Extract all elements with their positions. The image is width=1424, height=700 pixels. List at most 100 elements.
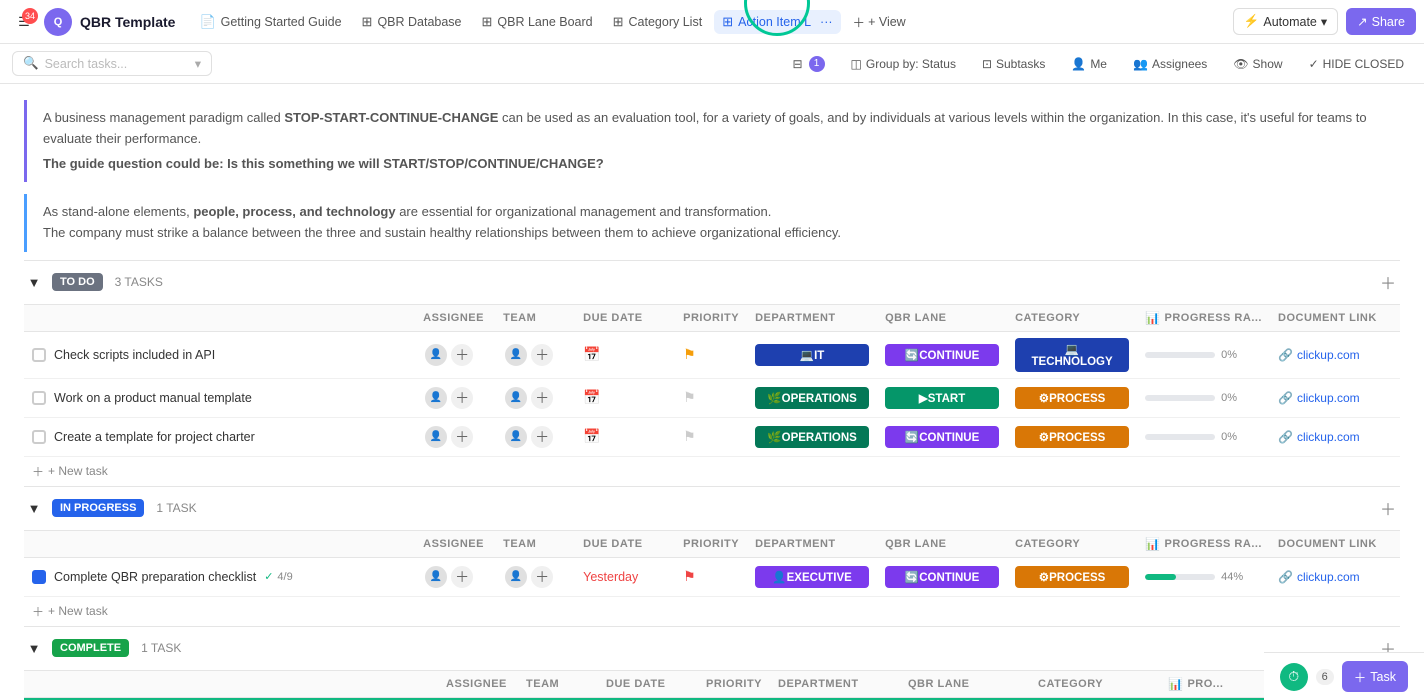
due-date-cell[interactable]: 📅 (575, 331, 675, 378)
team-avatar[interactable]: 👤 (503, 564, 529, 590)
add-assignee-button[interactable]: ＋ (449, 342, 475, 368)
priority-cell[interactable]: ⚑ (675, 331, 747, 378)
new-task-button[interactable]: ＋ Task (1342, 661, 1408, 692)
subtasks-button[interactable]: ⊡ Subtasks (974, 53, 1053, 75)
add-team-button[interactable]: ＋ (529, 424, 555, 450)
add-assignee-button[interactable]: ＋ (449, 385, 475, 411)
flag-icon: ⚑ (683, 389, 696, 405)
task-checkbox[interactable] (32, 430, 46, 444)
table-row[interactable]: Check scripts included in API 👤 ＋ 👤 ＋ (24, 331, 1400, 378)
bottom-bar: ⏱ 6 ＋ Task (1264, 652, 1424, 700)
team-avatar[interactable]: 👤 (503, 385, 529, 411)
task-name-cell: Work on a product manual template (24, 378, 415, 417)
priority-cell[interactable]: ⚑ (675, 378, 747, 417)
progress-fill (1145, 574, 1176, 580)
tab-qbr-database[interactable]: ⊞ QBR Database (354, 10, 470, 34)
in-progress-add-button[interactable]: ＋ (1376, 496, 1400, 520)
assignee-avatar[interactable]: 👤 (423, 564, 449, 590)
chevron-down-icon: ▾ (1321, 14, 1327, 29)
doc-link[interactable]: 🔗 clickup.com (1278, 348, 1392, 362)
col-header-qbr-lane: QBR LANE (900, 670, 1030, 697)
search-dropdown-icon[interactable]: ▾ (195, 56, 201, 71)
in-progress-section: ▼ IN PROGRESS 1 TASK ＋ ASSIGNEE TEAM DUE… (0, 486, 1424, 626)
task-checkbox[interactable] (32, 348, 46, 362)
group-by-button[interactable]: ◫ Group by: Status (843, 53, 964, 75)
due-date-cell[interactable]: Yesterday (575, 557, 675, 596)
priority-cell[interactable]: ⚑ (675, 557, 747, 596)
show-button[interactable]: 👁 Show (1225, 53, 1290, 75)
table-row[interactable]: Work on a product manual template 👤 ＋ 👤 … (24, 378, 1400, 417)
tab-ellipsis: ··· (820, 15, 833, 29)
assignee-cell: 👤 ＋ (415, 331, 495, 378)
new-view-button[interactable]: ＋ + View (845, 7, 914, 36)
progress-text: 0% (1221, 392, 1237, 404)
tab-category-list[interactable]: ⊞ Category List (605, 10, 711, 34)
search-input[interactable]: 🔍 Search tasks... ▾ (12, 51, 212, 76)
tab-grid-icon-3: ⊞ (613, 14, 624, 30)
plus-icon-task: ＋ (1354, 667, 1367, 686)
dept-badge: 👤EXECUTIVE (755, 566, 869, 588)
complete-badge: COMPLETE (52, 639, 129, 657)
assignees-button[interactable]: 👥 Assignees (1125, 53, 1215, 75)
assignee-avatar[interactable]: 👤 (423, 385, 449, 411)
assignee-cell: 👤 ＋ (415, 417, 495, 456)
timer-button[interactable]: ⏱ (1280, 663, 1308, 691)
add-assignee-button[interactable]: ＋ (449, 424, 475, 450)
todo-new-task-button[interactable]: ＋ + New task (24, 457, 1400, 486)
progress-cell: 0% (1137, 378, 1270, 417)
assignee-avatar[interactable]: 👤 (423, 424, 449, 450)
table-row[interactable]: Create a template for project charter 👤 … (24, 417, 1400, 456)
in-progress-collapse-button[interactable]: ▼ (24, 498, 44, 518)
tab-action-items[interactable]: ⊞ Action Item L ··· (714, 10, 840, 34)
task-checkbox[interactable] (32, 391, 46, 405)
assignee-avatar[interactable]: 👤 (423, 342, 449, 368)
link-icon: 🔗 (1278, 430, 1293, 444)
team-avatar[interactable]: 👤 (503, 424, 529, 450)
todo-collapse-button[interactable]: ▼ (24, 272, 44, 292)
department-cell: 👤EXECUTIVE (747, 557, 877, 596)
progress-text: 44% (1221, 571, 1243, 583)
info-block-1: A business management paradigm called ST… (24, 100, 1400, 182)
doc-link[interactable]: 🔗 clickup.com (1278, 430, 1392, 444)
dept-badge: 🌿OPERATIONS (755, 387, 869, 409)
category-badge: 💻TECHNOLOGY (1015, 338, 1129, 372)
me-button[interactable]: 👤 Me (1063, 53, 1115, 75)
info-text-3: As stand-alone elements, people, process… (43, 202, 1384, 223)
due-date-cell[interactable]: 📅 (575, 378, 675, 417)
in-progress-new-task-button[interactable]: ＋ + New task (24, 597, 1400, 626)
col-header-team: TEAM (495, 304, 575, 331)
table-row[interactable]: Complete QBR preparation checklist ✓ 4/9… (24, 557, 1400, 596)
share-button[interactable]: ↗ Share (1346, 8, 1416, 35)
link-icon: 🔗 (1278, 348, 1293, 362)
info-text-2: The guide question could be: Is this som… (43, 154, 1384, 175)
filter-button[interactable]: ⊟ 1 (784, 52, 832, 76)
assignee-cell: 👤 ＋ (415, 557, 495, 596)
hide-closed-button[interactable]: ✓ HIDE CLOSED (1301, 53, 1412, 75)
menu-button[interactable]: ☰ 34 (8, 6, 40, 38)
doc-link-cell: 🔗 clickup.com (1270, 331, 1400, 378)
automate-button[interactable]: ⚡ Automate ▾ (1233, 8, 1338, 35)
department-cell: 💻IT (747, 331, 877, 378)
tab-qbr-lane-board[interactable]: ⊞ QBR Lane Board (474, 10, 601, 34)
todo-add-button[interactable]: ＋ (1376, 270, 1400, 294)
priority-cell[interactable]: ⚑ (675, 417, 747, 456)
task-checkbox[interactable] (32, 570, 46, 584)
calendar-icon: 📅 (583, 389, 600, 405)
add-assignee-button[interactable]: ＋ (449, 564, 475, 590)
calendar-icon: 📅 (583, 428, 600, 444)
doc-link[interactable]: 🔗 clickup.com (1278, 391, 1392, 405)
qbr-lane-badge: 🔄CONTINUE (885, 344, 999, 366)
add-team-button[interactable]: ＋ (529, 564, 555, 590)
add-team-button[interactable]: ＋ (529, 342, 555, 368)
due-date-cell[interactable]: 📅 (575, 417, 675, 456)
doc-link-cell: 🔗 clickup.com (1270, 417, 1400, 456)
automate-icon: ⚡ (1244, 14, 1260, 29)
add-team-button[interactable]: ＋ (529, 385, 555, 411)
team-avatar[interactable]: 👤 (503, 342, 529, 368)
department-cell: 🌿OPERATIONS (747, 378, 877, 417)
doc-link[interactable]: 🔗 clickup.com (1278, 570, 1392, 584)
progress-icon: 📊 (1145, 311, 1160, 325)
complete-collapse-button[interactable]: ▼ (24, 638, 44, 658)
tab-getting-started[interactable]: 📄 Getting Started Guide (191, 10, 349, 34)
qbr-lane-cell: ▶START (877, 378, 1007, 417)
